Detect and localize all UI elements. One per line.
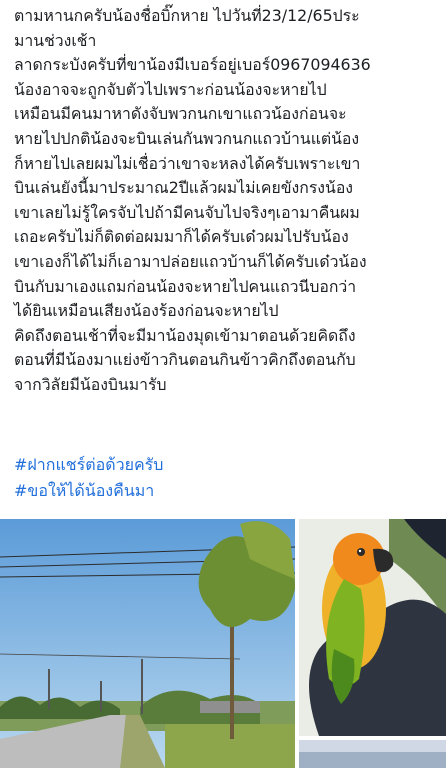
post-line: จากวิลัยมีน้องบินมารับ [14,374,167,394]
post-line: ตามหานกครับน้องชื่อบิ๊กหาย ไปวันที่23/12… [14,6,360,25]
post-line: ได้ยินเหมือนเสียงน้องร้องก่อนจะหายไป [14,301,279,321]
post-line: เหมือนมีคนมาหาดังจับพวกนกเขาแถวน้องก่อนจ… [14,104,347,124]
post-line: เขาเองก็ได้ไม่ก็เอามาปล่อยแถวบ้านก็ได้คร… [14,251,367,271]
post-line: ลาดกระบังครับที่ขาน้องมีเบอร์อยู่เบอร์09… [14,55,371,75]
post-line: มานช่วงเช้า [14,30,97,50]
post-line: บินเล่นยังนี้มาประมาณ2ปีแล้วผมไม่เคยขังก… [14,178,354,198]
road-photo[interactable] [0,519,295,768]
post-text: ตามหานกครับน้องชื่อบิ๊กหาย ไปวันที่23/12… [14,4,440,398]
hashtag-link[interactable]: #ขอให้ได้น้องคืนมา [14,478,434,504]
photo-grid [0,519,446,768]
post-line: ก็หายไปเลยผมไม่เชื่อว่าเขาจะหลงได้ครับเพ… [14,153,361,173]
post-line: หายไปปกติน้องจะบินเล่นกันพวกนกแถวบ้านแต่… [14,128,360,148]
hashtag-link[interactable]: #ฝากแชร์ต่อด้วยครับ [14,452,434,478]
parrot-photo[interactable] [299,519,446,736]
post-line: บินกับมาเองแถมก่อนน้องจะหายไปคนแถวนีบอกว… [14,276,357,296]
hashtags: #ฝากแชร์ต่อด้วยครับ #ขอให้ได้น้องคืนมา [14,452,434,504]
post-line: คิดถึงตอนเช้าที่จะมีมาน้องมุดเข้ามาตอนด้… [14,325,356,345]
third-photo[interactable] [299,740,446,768]
post-line: เขาเลยไม่รู้ใครจับไปถ้ามีคนจับไปจริงๆเอา… [14,202,360,222]
post-line: ตอนที่มีน้องมาแย่งข้าวกินตอนกินข้าวคิกถึ… [14,350,356,370]
post-line: เถอะครับไม่ก็ติดต่อผมมาก็ได้ครับเด๋วผมไป… [14,227,349,247]
post-line: น้องอาจจะถูกจับตัวไปเพราะก่อนน้องจะหายไป [14,79,327,99]
